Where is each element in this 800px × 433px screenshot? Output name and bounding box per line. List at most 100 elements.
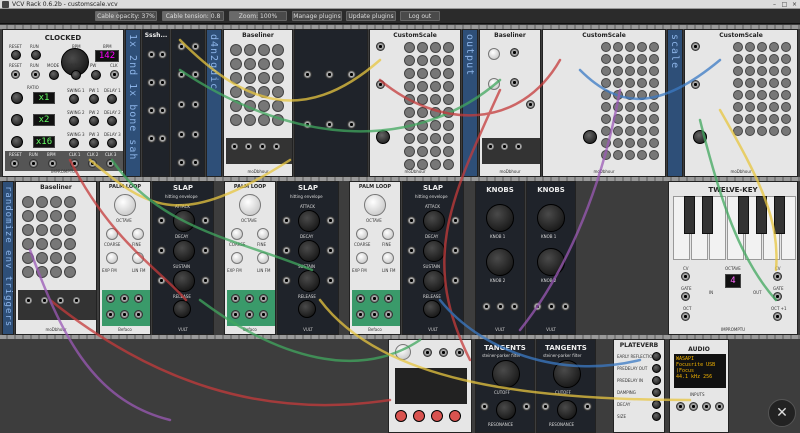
scale-button[interactable] xyxy=(757,42,767,52)
scale-button[interactable] xyxy=(637,150,647,160)
linfm-knob[interactable] xyxy=(257,252,269,264)
grid-button[interactable] xyxy=(244,72,256,84)
scale-button[interactable] xyxy=(601,54,611,64)
cutoff-knob[interactable] xyxy=(553,360,581,388)
grid-button[interactable] xyxy=(50,266,62,278)
grid-button[interactable] xyxy=(22,196,34,208)
slap-module[interactable]: SLAP hitting envelope ATTACK DECAY SUSTA… xyxy=(277,181,339,335)
scale-button[interactable] xyxy=(430,133,441,144)
audio-in-jack[interactable] xyxy=(715,402,724,411)
out-jack[interactable] xyxy=(244,142,253,151)
sustain-knob[interactable] xyxy=(298,270,320,292)
sequencer-module[interactable] xyxy=(388,339,472,433)
baseliner-knob[interactable] xyxy=(488,78,500,90)
scale-button[interactable] xyxy=(781,126,791,136)
coarse-knob[interactable] xyxy=(231,228,243,240)
log-out-button[interactable]: Log out xyxy=(400,11,440,21)
slap-jack[interactable] xyxy=(407,276,416,285)
logic-jack[interactable] xyxy=(191,100,200,109)
scale-button[interactable] xyxy=(430,146,441,157)
run-button[interactable] xyxy=(31,50,41,60)
knob2-knob[interactable] xyxy=(486,248,514,276)
scale-button[interactable] xyxy=(769,54,779,64)
pw3-knob[interactable] xyxy=(89,138,99,148)
delay1-knob[interactable] xyxy=(107,94,117,104)
scale-button[interactable] xyxy=(757,114,767,124)
grid-button[interactable] xyxy=(230,58,242,70)
slap-module[interactable]: SLAP hitting envelope ATTACK DECAY SUSTA… xyxy=(402,181,464,335)
swing1-knob[interactable] xyxy=(69,94,79,104)
clk3-output-jack[interactable] xyxy=(106,159,115,168)
gate-out-jack[interactable] xyxy=(773,292,782,301)
baseliner-knob[interactable] xyxy=(488,48,500,60)
clk1-output-jack[interactable] xyxy=(70,159,79,168)
scale-button[interactable] xyxy=(601,90,611,100)
fine-knob[interactable] xyxy=(382,228,394,240)
slap-jack[interactable] xyxy=(451,276,460,285)
bpm-output-jack[interactable] xyxy=(48,159,57,168)
scale-button[interactable] xyxy=(637,78,647,88)
scale-button[interactable] xyxy=(637,102,647,112)
scale-button[interactable] xyxy=(649,66,659,76)
scale-button[interactable] xyxy=(745,54,755,64)
grid-button[interactable] xyxy=(50,224,62,236)
out-jack[interactable] xyxy=(106,294,115,303)
grid-button[interactable] xyxy=(272,114,284,126)
scale-button[interactable] xyxy=(637,54,647,64)
scale-button[interactable] xyxy=(404,133,415,144)
release-knob[interactable] xyxy=(298,300,316,318)
scale-button[interactable] xyxy=(637,42,647,52)
grid-button[interactable] xyxy=(22,224,34,236)
knob2-knob[interactable] xyxy=(537,248,565,276)
scale-button[interactable] xyxy=(769,66,779,76)
ratio1-knob[interactable] xyxy=(11,92,23,104)
scale-button[interactable] xyxy=(404,107,415,118)
grid-button[interactable] xyxy=(230,114,242,126)
grid-button[interactable] xyxy=(64,224,76,236)
scale-button[interactable] xyxy=(745,102,755,112)
scale-button[interactable] xyxy=(757,90,767,100)
scale-button[interactable] xyxy=(613,114,623,124)
palm-loop-module[interactable]: PALM LOOP OCTAVE COARSE FINE EXP FM LIN … xyxy=(99,181,151,335)
scale-button[interactable] xyxy=(417,55,428,66)
out-jack[interactable] xyxy=(370,294,379,303)
scale-button[interactable] xyxy=(601,114,611,124)
scale-button[interactable] xyxy=(649,150,659,160)
tangents-jack[interactable] xyxy=(541,402,550,411)
scale-button[interactable] xyxy=(417,133,428,144)
scale-button[interactable] xyxy=(417,107,428,118)
grid-button[interactable] xyxy=(258,100,270,112)
audio-module[interactable]: AUDIO WASAPI Focusrite USB (Focus 44.1 k… xyxy=(669,339,729,433)
clk2-output-jack[interactable] xyxy=(88,159,97,168)
scale-button[interactable] xyxy=(781,78,791,88)
cs-knob[interactable] xyxy=(376,130,390,144)
audio-buffer-size[interactable]: 256 xyxy=(703,374,712,380)
audio-device[interactable]: Focusrite USB (Focus xyxy=(676,362,724,374)
logic-jack[interactable] xyxy=(191,42,200,51)
piano-key-black[interactable] xyxy=(738,196,749,234)
palm-loop-module[interactable]: PALM LOOP OCTAVE COARSE FINE EXP FM LIN … xyxy=(349,181,401,335)
grid-button[interactable] xyxy=(22,238,34,250)
scale-button[interactable] xyxy=(613,78,623,88)
slap-jack[interactable] xyxy=(451,216,460,225)
notes-module[interactable]: 1x 2nd 1x bone sah xyxy=(125,29,141,177)
scale-button[interactable] xyxy=(733,54,743,64)
cs-knob[interactable] xyxy=(693,130,707,144)
scale-button[interactable] xyxy=(430,81,441,92)
grid-button[interactable] xyxy=(272,86,284,98)
cutoff-knob[interactable] xyxy=(492,360,520,388)
ratio3-knob[interactable] xyxy=(11,136,23,148)
out-jack[interactable] xyxy=(514,142,523,151)
scale-button[interactable] xyxy=(649,138,659,148)
scale-button[interactable] xyxy=(625,102,635,112)
plateverb-knob[interactable] xyxy=(652,352,661,361)
scale-button[interactable] xyxy=(404,81,415,92)
customscale-module[interactable]: CustomScale moDbhour xyxy=(369,29,461,177)
scale-button[interactable] xyxy=(649,90,659,100)
slap-jack[interactable] xyxy=(201,246,210,255)
scale-button[interactable] xyxy=(613,150,623,160)
sustain-knob[interactable] xyxy=(423,270,445,292)
scale-button[interactable] xyxy=(430,107,441,118)
decay-knob[interactable] xyxy=(423,240,445,262)
pw-knob[interactable] xyxy=(91,70,101,80)
